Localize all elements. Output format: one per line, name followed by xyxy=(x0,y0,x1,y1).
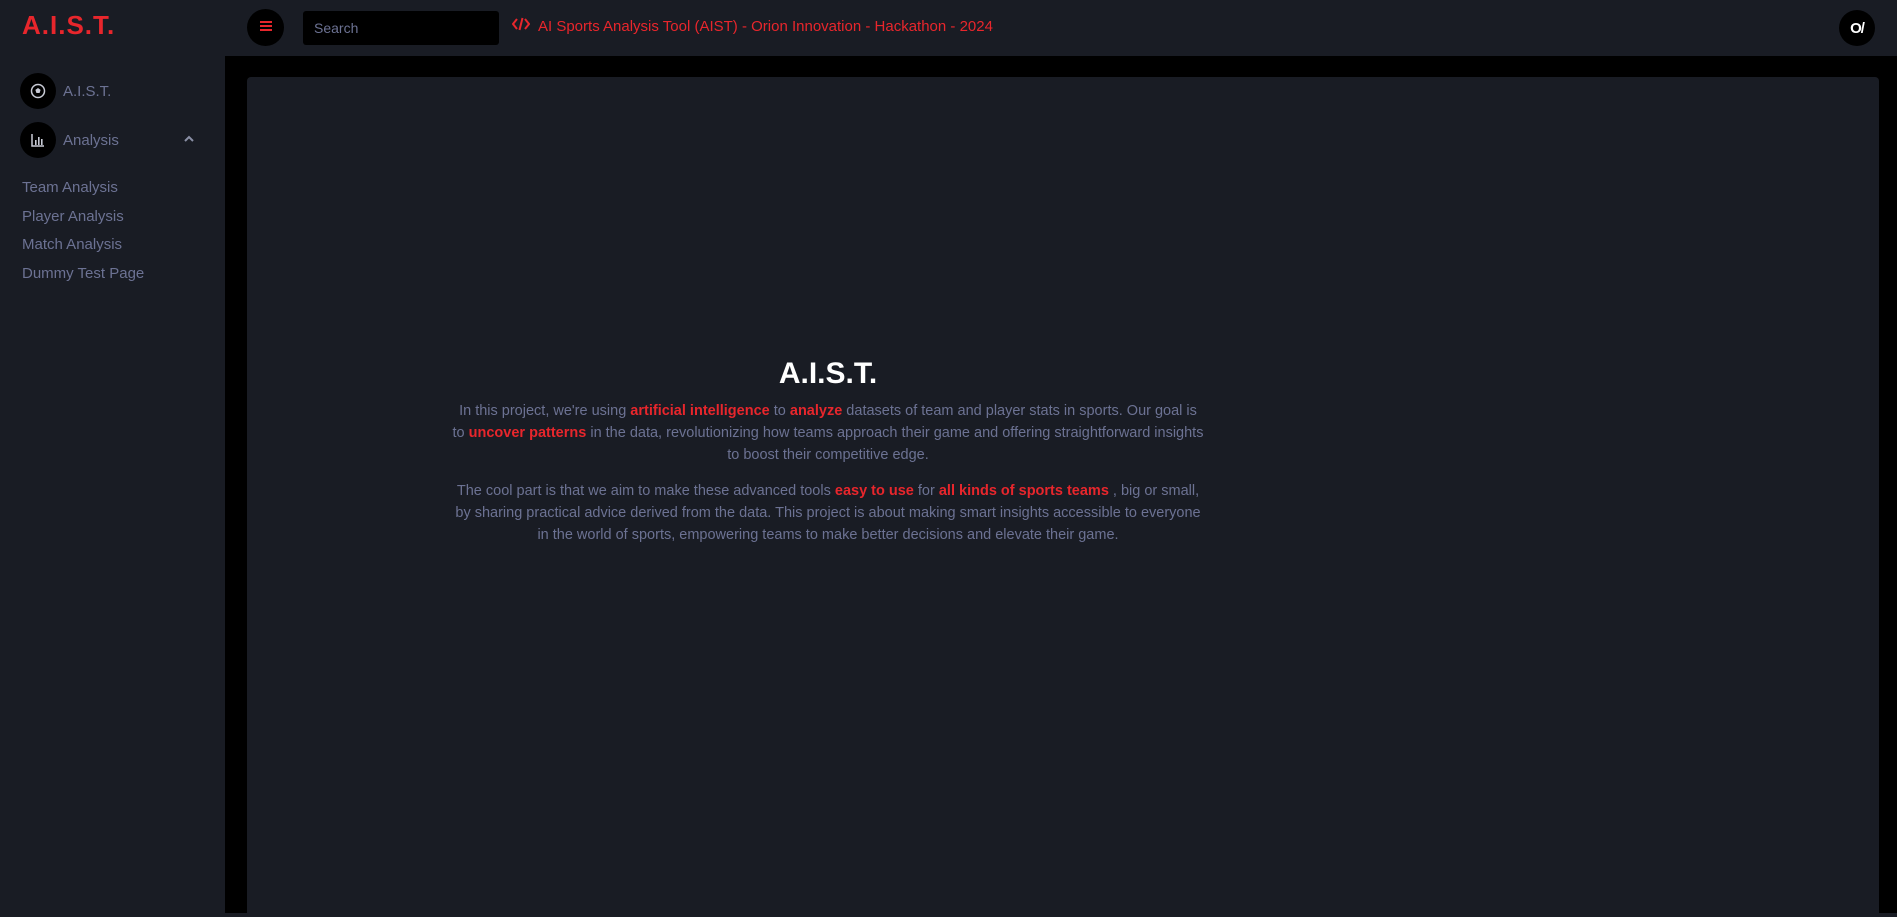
search-input[interactable] xyxy=(303,11,499,45)
sidebar-item-label: Analysis xyxy=(63,131,119,149)
page-title: A.I.S.T. xyxy=(778,357,878,390)
chevron-up-icon[interactable] xyxy=(183,132,195,150)
text-segment: in the data, revolutionizing how teams a… xyxy=(586,425,1204,463)
submenu-dummy-test-page[interactable]: Dummy Test Page xyxy=(22,265,144,282)
sidebar: A.I.S.T. A.I.S.T. Analysis Team Analysis xyxy=(0,0,225,913)
text-segment: In this project, we're using xyxy=(459,403,631,419)
soccer-ball-icon xyxy=(20,73,56,109)
highlight-text: artificial intelligence xyxy=(630,403,770,419)
highlight-text: easy to use xyxy=(834,483,914,499)
menu-toggle-button[interactable] xyxy=(247,9,284,46)
sidebar-item-label: A.I.S.T. xyxy=(63,82,112,100)
top-navbar: AI Sports Analysis Tool (AIST) - Orion I… xyxy=(225,0,1897,56)
text-segment: for xyxy=(913,483,939,499)
bar-chart-icon xyxy=(20,122,56,158)
submenu-match-analysis[interactable]: Match Analysis xyxy=(22,236,122,253)
sidebar-item-aist[interactable]: A.I.S.T. xyxy=(20,73,195,109)
brand-logo[interactable]: A.I.S.T. xyxy=(22,10,115,41)
hamburger-icon xyxy=(259,19,273,37)
highlight-text: analyze xyxy=(789,403,843,419)
intro-section: A.I.S.T. In this project, we're using ar… xyxy=(452,357,1204,560)
sidebar-item-analysis[interactable]: Analysis xyxy=(20,122,195,158)
text-segment: The cool part is that we aim to make the… xyxy=(456,483,835,499)
intro-paragraph-2: The cool part is that we aim to make the… xyxy=(452,480,1204,546)
highlight-text: all kinds of sports teams xyxy=(938,483,1109,499)
highlight-text: uncover patterns xyxy=(468,425,587,441)
intro-paragraph-1: In this project, we're using artificial … xyxy=(452,400,1204,466)
code-icon xyxy=(511,17,531,35)
submenu-team-analysis[interactable]: Team Analysis xyxy=(22,179,118,196)
project-title-text: AI Sports Analysis Tool (AIST) - Orion I… xyxy=(538,17,993,35)
project-title: AI Sports Analysis Tool (AIST) - Orion I… xyxy=(511,17,993,35)
submenu-player-analysis[interactable]: Player Analysis xyxy=(22,208,124,225)
profile-logo[interactable]: O/ xyxy=(1839,10,1875,46)
text-segment: to xyxy=(769,403,790,419)
